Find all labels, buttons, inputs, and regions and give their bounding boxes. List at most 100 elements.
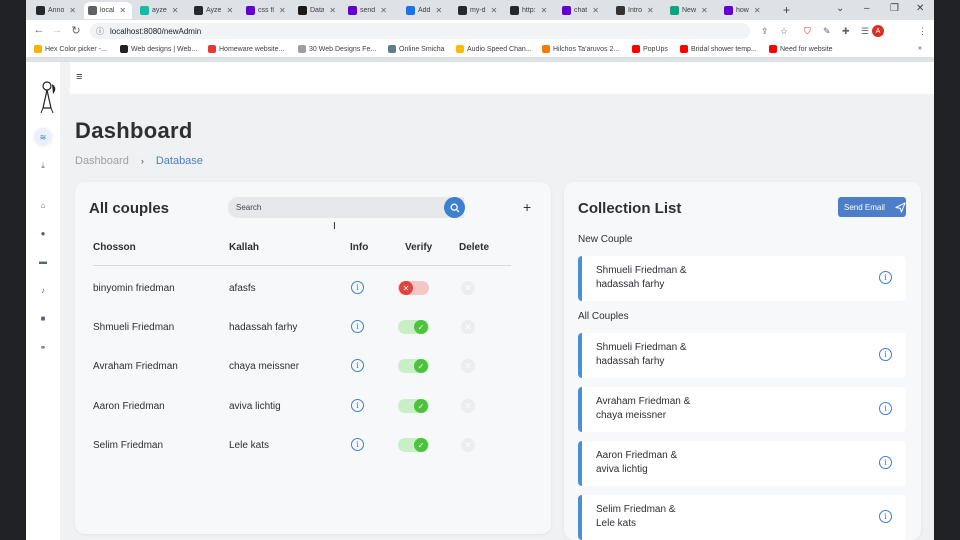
menu-toggle-icon[interactable]: ≡	[76, 71, 82, 83]
tab-close-icon[interactable]: ✕	[701, 6, 708, 15]
browser-tab[interactable]: css fl ✕	[242, 2, 290, 19]
delete-icon[interactable]: ✕	[461, 281, 475, 295]
extension-shield-icon[interactable]: ⛉	[804, 26, 811, 37]
tab-close-icon[interactable]: ✕	[329, 6, 336, 15]
tab-close-icon[interactable]: ✕	[69, 6, 76, 15]
collection-list-item[interactable]: Aaron Friedman & aviva lichtig i	[578, 441, 906, 486]
bookmark-item[interactable]: Need for website	[769, 45, 833, 53]
info-icon[interactable]: i	[879, 348, 892, 361]
info-circle-icon[interactable]: ●	[35, 225, 51, 241]
delete-icon[interactable]: ✕	[461, 320, 475, 334]
maximize-button[interactable]: ❐	[890, 3, 899, 14]
verify-toggle[interactable]: ✓	[398, 359, 429, 373]
home-icon[interactable]: ⌂	[35, 197, 51, 213]
browser-tab[interactable]: ayze ✕	[136, 2, 184, 19]
tab-close-icon[interactable]: ✕	[119, 6, 126, 15]
briefcase-icon[interactable]: ■	[35, 310, 51, 326]
info-icon[interactable]: i	[351, 359, 364, 372]
info-icon[interactable]: i	[351, 281, 364, 294]
breadcrumb-dashboard[interactable]: Dashboard	[75, 155, 129, 167]
bookmark-item[interactable]: Bridal shower temp...	[680, 45, 757, 53]
verify-toggle[interactable]: ✓	[398, 320, 429, 334]
couple-line-chosson: Aaron Friedman &	[596, 450, 678, 461]
tab-close-icon[interactable]: ✕	[380, 6, 387, 15]
browser-tab[interactable]: http: ✕	[506, 2, 554, 19]
info-icon[interactable]: i	[879, 456, 892, 469]
tab-close-icon[interactable]: ✕	[172, 6, 179, 15]
tab-close-icon[interactable]: ✕	[592, 6, 599, 15]
bookmark-item[interactable]: 30 Web Designs Fe...	[298, 45, 376, 53]
bookmark-item[interactable]: Audio Speed Chan...	[456, 45, 532, 53]
reload-icon[interactable]: ↻	[69, 24, 83, 37]
collection-list-item[interactable]: Avraham Friedman & chaya meissner i	[578, 387, 906, 432]
delete-icon[interactable]: ✕	[461, 399, 475, 413]
minimize-button[interactable]: –	[864, 3, 870, 14]
forward-arrow-icon[interactable]: →	[50, 24, 64, 36]
verify-toggle[interactable]: ✕	[398, 281, 429, 295]
breadcrumb-database[interactable]: Database	[156, 155, 203, 167]
tab-close-icon[interactable]: ✕	[226, 6, 233, 15]
extensions-puzzle-icon[interactable]: ✚	[842, 26, 850, 37]
bookmark-item[interactable]: PopUps	[632, 45, 668, 53]
bookmark-star-icon[interactable]: ☆	[780, 26, 788, 37]
info-icon[interactable]: i	[879, 402, 892, 415]
back-arrow-icon[interactable]: ←	[32, 24, 46, 36]
message-icon[interactable]: ▬	[35, 253, 51, 269]
send-email-label: Send Email	[844, 202, 885, 212]
tab-search-icon[interactable]: ⌄	[836, 3, 844, 14]
tab-close-icon[interactable]: ✕	[279, 6, 286, 15]
browser-tab[interactable]: Ayze ✕	[190, 2, 238, 19]
tab-close-icon[interactable]: ✕	[491, 6, 498, 15]
browser-tab[interactable]: local ✕	[84, 2, 132, 19]
tab-close-icon[interactable]: ✕	[541, 6, 548, 15]
tab-close-icon[interactable]: ✕	[647, 6, 654, 15]
eyedropper-icon[interactable]: ✎	[823, 26, 831, 37]
chrome-menu-icon[interactable]: ⋮	[918, 26, 927, 37]
browser-tab[interactable]: chat ✕	[558, 2, 608, 19]
database-icon[interactable]: ≋	[35, 129, 51, 145]
info-icon[interactable]: i	[351, 320, 364, 333]
bookmark-item[interactable]: Online Smicha	[388, 45, 445, 53]
collection-list-item[interactable]: Selim Friedman & Lele kats i	[578, 495, 906, 540]
bookmark-item[interactable]: Hilchos Ta'aruvos 2...	[542, 45, 619, 53]
browser-tab[interactable]: how ✕	[720, 2, 776, 19]
tab-close-icon[interactable]: ✕	[754, 6, 761, 15]
bookmark-item[interactable]: Homeware website...	[208, 45, 284, 53]
couple-icon[interactable]: ⚭	[35, 339, 51, 355]
add-couple-button[interactable]: +	[523, 199, 531, 215]
browser-tab[interactable]: Anno ✕	[32, 2, 80, 19]
browser-tab[interactable]: send ✕	[344, 2, 398, 19]
browser-tab[interactable]: my-d ✕	[454, 2, 502, 19]
info-icon[interactable]: i	[879, 271, 892, 284]
verify-toggle[interactable]: ✓	[398, 438, 429, 452]
search-input[interactable]	[228, 197, 464, 218]
bookmark-item[interactable]: Web designs | Web...	[120, 45, 197, 53]
collection-list-item[interactable]: Shmueli Friedman & hadassah farhy i	[578, 256, 906, 301]
search-button[interactable]	[444, 197, 465, 218]
browser-tab[interactable]: Data ✕	[294, 2, 340, 19]
verify-toggle[interactable]: ✓	[398, 399, 429, 413]
browser-tab[interactable]: Add ✕	[402, 2, 450, 19]
profile-avatar[interactable]: A	[872, 25, 884, 37]
info-icon[interactable]: i	[351, 399, 364, 412]
download-icon[interactable]: ⤓	[35, 158, 51, 174]
info-icon[interactable]: i	[879, 510, 892, 523]
browser-tab[interactable]: New ✕	[666, 2, 716, 19]
info-icon[interactable]: i	[351, 438, 364, 451]
send-email-button[interactable]: Send Email	[838, 197, 906, 217]
collection-list-item[interactable]: Shmueli Friedman & hadassah farhy i	[578, 333, 906, 378]
address-bar[interactable]: ⓘ localhost:8080/newAdmin	[90, 23, 750, 39]
reading-list-icon[interactable]: ☰	[861, 26, 869, 37]
new-tab-button[interactable]: +	[783, 3, 790, 17]
bookmark-item[interactable]: Hex Color picker -...	[34, 45, 107, 53]
delete-icon[interactable]: ✕	[461, 438, 475, 452]
bell-icon[interactable]: ♪	[35, 282, 51, 298]
browser-tab[interactable]: Intro ✕	[612, 2, 662, 19]
site-info-icon[interactable]: ⓘ	[96, 26, 104, 37]
more-bookmarks-button[interactable]: »	[918, 45, 922, 52]
delete-icon[interactable]: ✕	[461, 359, 475, 373]
tab-close-icon[interactable]: ✕	[435, 6, 442, 15]
share-icon[interactable]: ⇪	[761, 26, 769, 37]
close-window-button[interactable]: ✕	[916, 3, 924, 14]
check-icon: ✓	[414, 438, 428, 452]
